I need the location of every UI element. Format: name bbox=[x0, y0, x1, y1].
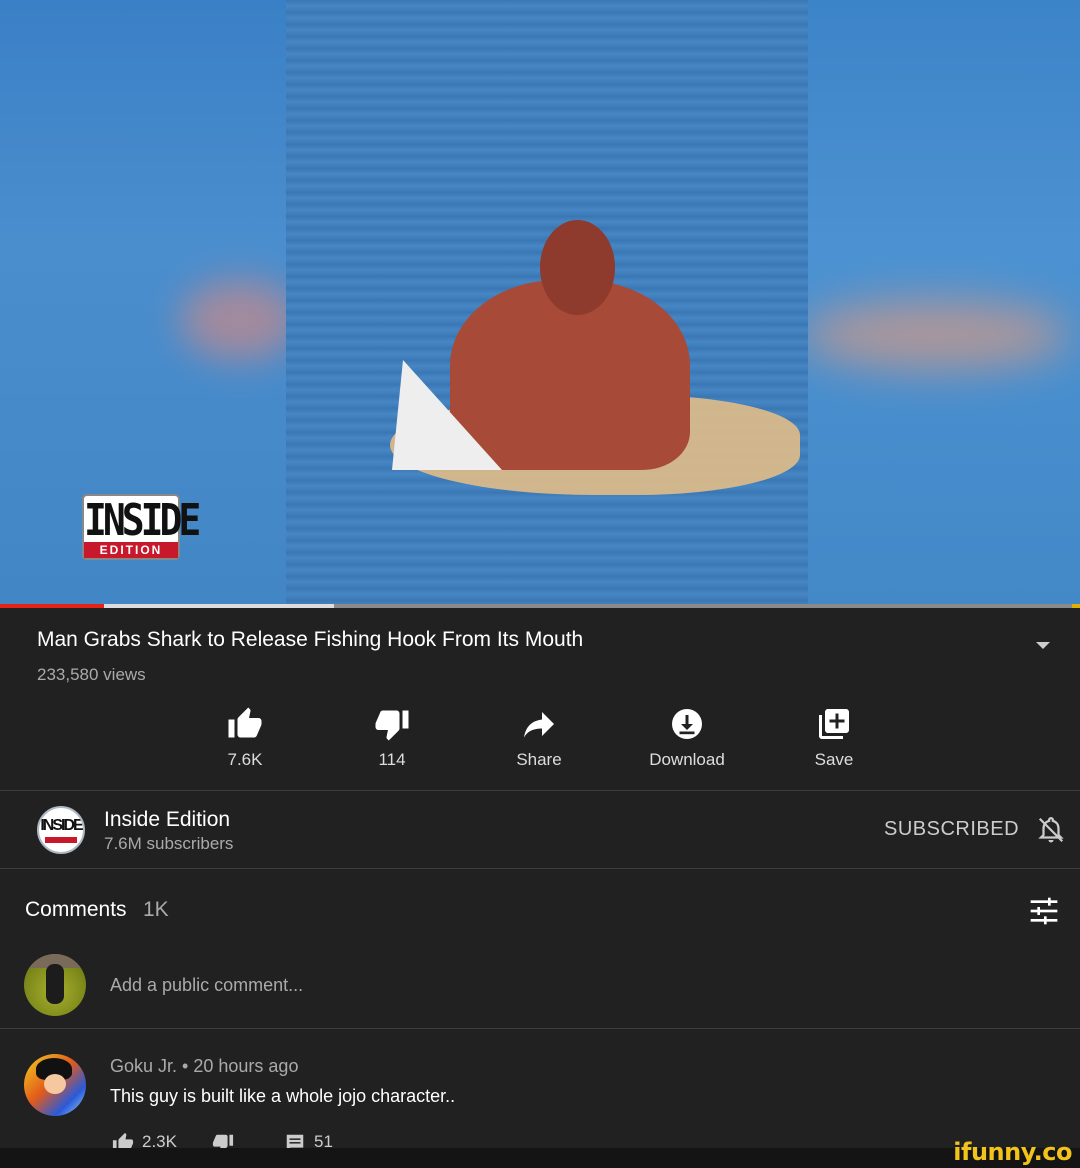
dislike-button[interactable]: 114 bbox=[342, 704, 442, 770]
comment-author[interactable]: Goku Jr. bbox=[110, 1056, 177, 1076]
comment-text: This guy is built like a whole jojo char… bbox=[110, 1086, 456, 1106]
divider bbox=[0, 868, 1080, 869]
progress-end-marker bbox=[1072, 604, 1080, 608]
inside-edition-watermark: INSIDE EDITION bbox=[82, 494, 201, 560]
video-blur-shape bbox=[180, 280, 300, 360]
download-button[interactable]: Download bbox=[637, 704, 737, 770]
expand-description-chevron-icon[interactable] bbox=[1036, 642, 1050, 649]
comment-like-button[interactable]: 2.3K bbox=[112, 1132, 177, 1148]
comments-header[interactable]: Comments bbox=[25, 898, 127, 922]
subscriber-count: 7.6M subscribers bbox=[104, 834, 234, 853]
subscribed-button[interactable]: SUBSCRIBED bbox=[884, 818, 1019, 841]
video-player[interactable]: INSIDE EDITION bbox=[0, 0, 1080, 604]
comment-separator: • bbox=[182, 1056, 189, 1076]
share-button[interactable]: Share bbox=[489, 704, 589, 770]
save-label: Save bbox=[814, 750, 854, 769]
thumb-up-icon bbox=[195, 704, 295, 744]
save-playlist-icon bbox=[784, 704, 884, 744]
watermark-line1: INSIDE bbox=[84, 494, 201, 546]
thumb-down-icon bbox=[342, 704, 442, 744]
comment-like-count: 2.3K bbox=[142, 1132, 177, 1148]
current-user-avatar bbox=[24, 954, 86, 1016]
comments-count: 1K bbox=[143, 898, 169, 921]
comment-replies-button[interactable]: 51 bbox=[284, 1132, 333, 1148]
like-count: 7.6K bbox=[227, 750, 263, 769]
save-button[interactable]: Save bbox=[784, 704, 884, 770]
avatar-figure bbox=[46, 964, 64, 1004]
video-progress-bar[interactable] bbox=[0, 604, 1080, 608]
thumb-up-icon bbox=[112, 1132, 134, 1148]
man-head bbox=[540, 220, 615, 315]
sort-comments-icon[interactable] bbox=[1028, 895, 1060, 932]
ifunny-watermark: ifunny.co bbox=[953, 1138, 1072, 1166]
progress-played bbox=[0, 604, 104, 608]
comment-time: 20 hours ago bbox=[193, 1056, 299, 1076]
comment-dislike-button[interactable] bbox=[212, 1132, 234, 1148]
channel-avatar[interactable]: INSIDE bbox=[37, 806, 85, 854]
divider bbox=[0, 1028, 1080, 1029]
watermark-line2: EDITION bbox=[84, 542, 178, 558]
download-label: Download bbox=[649, 750, 725, 769]
add-comment-input[interactable]: Add a public comment... bbox=[110, 975, 303, 996]
view-count: 233,580 views bbox=[37, 665, 146, 684]
comment-actions: 2.3K 51 bbox=[0, 1130, 1080, 1148]
reply-comment-icon bbox=[286, 1134, 304, 1148]
video-blur-shape bbox=[800, 300, 1070, 370]
channel-avatar-logo-text: INSIDE bbox=[40, 817, 83, 834]
divider bbox=[0, 790, 1080, 791]
avatar-face bbox=[44, 1074, 66, 1094]
like-button[interactable]: 7.6K bbox=[195, 704, 295, 770]
share-label: Share bbox=[516, 750, 562, 769]
channel-avatar-logo-bar bbox=[45, 837, 77, 843]
dislike-count: 114 bbox=[378, 750, 406, 769]
notifications-off-bell-icon[interactable] bbox=[1036, 814, 1066, 851]
video-title: Man Grabs Shark to Release Fishing Hook … bbox=[37, 628, 584, 651]
comment-author-avatar[interactable] bbox=[24, 1054, 86, 1116]
thumb-down-icon bbox=[212, 1134, 234, 1148]
channel-name[interactable]: Inside Edition bbox=[104, 808, 230, 832]
download-icon bbox=[637, 704, 737, 744]
share-icon bbox=[489, 704, 589, 744]
comment-meta: Goku Jr. • 20 hours ago bbox=[110, 1056, 298, 1077]
comment-reply-count: 51 bbox=[314, 1132, 333, 1148]
footer-bar bbox=[0, 1148, 1080, 1168]
